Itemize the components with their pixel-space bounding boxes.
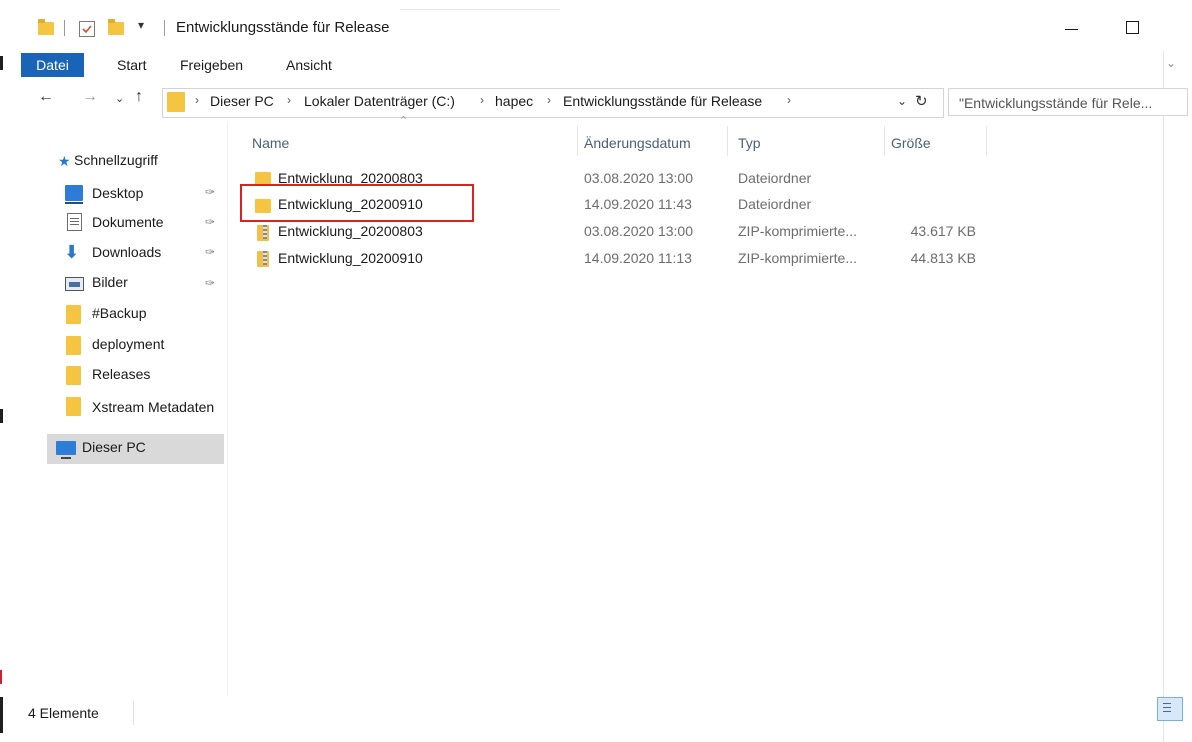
quick-access-separator — [164, 20, 165, 36]
pin-icon[interactable]: ✑ — [205, 276, 215, 290]
file-size: 43.617 KB — [910, 223, 976, 239]
file-date: 14.09.2020 11:43 — [584, 196, 692, 212]
title-decoration — [400, 9, 560, 10]
pictures-icon — [65, 277, 84, 291]
breadcrumb-item[interactable]: hapec — [495, 93, 533, 109]
forward-arrow-icon[interactable]: → — [82, 88, 98, 106]
tab-view[interactable]: Ansicht — [286, 53, 332, 77]
file-date: 03.08.2020 13:00 — [584, 170, 693, 186]
folder-icon — [167, 92, 185, 112]
breadcrumb-separator: › — [195, 93, 199, 107]
nav-item-pictures[interactable]: Bilder — [92, 269, 128, 295]
column-separator[interactable] — [727, 126, 728, 156]
breadcrumb-item[interactable]: Lokaler Datenträger (C:) — [304, 93, 455, 109]
column-header-date[interactable]: Änderungsdatum — [584, 135, 691, 151]
back-arrow-icon[interactable]: ← — [38, 88, 54, 106]
new-folder-icon[interactable] — [108, 19, 124, 35]
maximize-button[interactable] — [1126, 21, 1139, 34]
sort-ascending-icon: ⌃ — [399, 115, 409, 127]
address-bar[interactable] — [162, 88, 944, 118]
folder-icon — [66, 397, 81, 416]
breadcrumb-separator: › — [480, 93, 484, 107]
file-type: ZIP-komprimierte... — [738, 250, 858, 266]
nav-item-deployment[interactable]: deployment — [92, 331, 164, 357]
folder-icon — [66, 336, 81, 355]
downloads-icon: ⬇ — [64, 242, 80, 262]
desktop-icon — [65, 185, 83, 204]
folder-icon — [66, 305, 81, 324]
file-type: Dateiordner — [738, 196, 812, 212]
this-pc-icon — [56, 441, 76, 459]
nav-item-releases[interactable]: Releases — [92, 361, 150, 387]
column-header-name[interactable]: Name — [252, 135, 289, 151]
window-edge-mark — [0, 697, 3, 733]
nav-item-desktop[interactable]: Desktop — [92, 180, 143, 206]
minimize-button[interactable] — [1065, 29, 1078, 30]
documents-icon — [67, 213, 82, 231]
file-date: 03.08.2020 13:00 — [584, 223, 693, 239]
pin-icon[interactable]: ✑ — [205, 215, 215, 229]
file-date: 14.09.2020 11:13 — [584, 250, 692, 266]
window-edge-mark — [0, 670, 2, 684]
column-header-type[interactable]: Typ — [738, 135, 761, 151]
column-separator[interactable] — [884, 126, 885, 156]
file-name[interactable]: Entwicklung_20200803 — [278, 223, 423, 239]
folder-icon — [66, 366, 81, 385]
breadcrumb-item[interactable]: Entwicklungsstände für Release — [563, 93, 762, 109]
window-title: Entwicklungsstände für Release — [176, 19, 390, 36]
highlight-box — [240, 184, 474, 222]
recent-locations-icon[interactable]: ⌄ — [115, 92, 124, 105]
ribbon — [0, 50, 1192, 80]
pin-icon[interactable]: ✑ — [205, 245, 215, 259]
nav-item-xstream-metadaten[interactable]: Xstream Metadaten — [92, 394, 214, 420]
quick-access-dropdown[interactable]: ▾ — [138, 18, 144, 32]
details-view-icon[interactable] — [1157, 697, 1183, 721]
up-arrow-icon[interactable]: ↑ — [135, 88, 143, 106]
pane-divider[interactable] — [227, 124, 228, 696]
refresh-icon[interactable]: ↻ — [915, 92, 928, 110]
status-separator — [133, 701, 134, 725]
file-size: 44.813 KB — [910, 250, 976, 266]
nav-item-downloads[interactable]: Downloads — [92, 239, 161, 265]
column-separator[interactable] — [986, 126, 987, 156]
breadcrumb-separator: › — [287, 93, 291, 107]
tab-start[interactable]: Start — [117, 53, 147, 77]
column-separator[interactable] — [577, 126, 578, 156]
ribbon-expand-icon[interactable]: ⌄ — [1166, 56, 1176, 70]
file-name[interactable]: Entwicklung_20200910 — [278, 250, 423, 266]
zip-icon — [257, 225, 269, 241]
tab-file[interactable]: Datei — [21, 53, 84, 77]
breadcrumb-item[interactable]: Dieser PC — [210, 93, 274, 109]
quick-access-separator — [64, 20, 65, 36]
breadcrumb-separator: › — [787, 93, 791, 107]
nav-item-backup[interactable]: #Backup — [92, 300, 146, 326]
tab-share[interactable]: Freigeben — [180, 53, 243, 77]
pin-icon[interactable]: ✑ — [205, 185, 215, 199]
file-type: ZIP-komprimierte... — [738, 223, 858, 239]
nav-item-this-pc[interactable]: Dieser PC — [82, 434, 146, 460]
breadcrumb-separator: › — [547, 93, 551, 107]
window-edge-mark — [0, 409, 3, 423]
column-header-size[interactable]: Größe — [891, 135, 931, 151]
status-item-count: 4 Elemente — [28, 705, 99, 721]
nav-quick-access[interactable]: Schnellzugriff — [74, 147, 158, 173]
zip-icon — [257, 251, 269, 267]
folder-icon — [38, 19, 54, 35]
nav-item-documents[interactable]: Dokumente — [92, 209, 164, 235]
properties-check-icon[interactable] — [79, 21, 95, 37]
search-input[interactable]: "Entwicklungsstände für Rele... — [948, 88, 1188, 116]
address-dropdown-icon[interactable]: ⌄ — [897, 94, 907, 108]
star-icon: ★ — [58, 153, 71, 169]
file-type: Dateiordner — [738, 170, 812, 186]
